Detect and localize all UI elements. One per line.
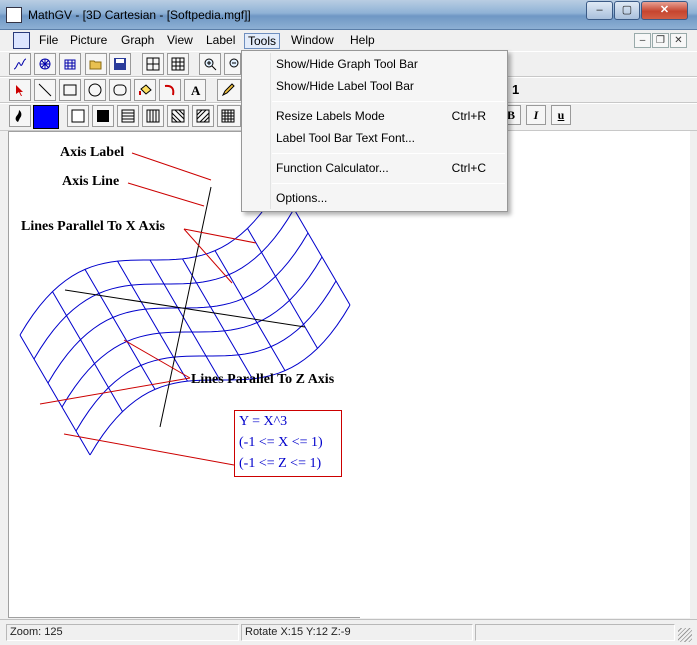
axis-line-pointer	[127, 182, 205, 207]
equation-line-3: (-1 <= Z <= 1)	[239, 456, 322, 471]
menu-item-options[interactable]: Options...	[276, 191, 327, 205]
equation-line-2: (-1 <= X <= 1)	[239, 435, 323, 450]
axis-line-text: Axis Line	[62, 174, 120, 189]
status-bar: Zoom: 125 Rotate X:15 Y:12 Z:-9	[0, 619, 697, 645]
menu-gutter	[270, 53, 271, 209]
menu-item-resize-labels-mode[interactable]: Resize Labels Mode	[276, 109, 385, 123]
shortcut-function-calculator: Ctrl+C	[451, 161, 486, 175]
surface-z-line	[247, 228, 318, 349]
equation-box[interactable]: Y = X^3 (-1 <= X <= 1) (-1 <= Z <= 1)	[234, 410, 342, 477]
surface-z-line	[182, 258, 253, 380]
menu-separator	[272, 101, 505, 102]
menu-item-show-hide-graph-toolbar[interactable]: Show/Hide Graph Tool Bar	[276, 57, 418, 71]
tools-menu-dropdown: Show/Hide Graph Tool Bar Show/Hide Label…	[241, 50, 508, 212]
parallel-x-text: Lines Parallel To X Axis	[21, 219, 165, 234]
surface-z-line	[149, 259, 221, 381]
surface-z-line	[117, 260, 188, 382]
x-axis-line	[64, 289, 306, 328]
menu-item-label-toolbar-font[interactable]: Label Tool Bar Text Font...	[276, 131, 415, 145]
zoom-status: Zoom: 125	[6, 624, 239, 641]
axis-label-pointer	[131, 152, 212, 181]
rotate-status: Rotate X:15 Y:12 Z:-9	[241, 624, 473, 641]
menu-item-function-calculator[interactable]: Function Calculator...	[276, 161, 389, 175]
status-empty	[475, 624, 675, 641]
surface-z-line	[52, 291, 123, 412]
menu-separator	[272, 153, 505, 154]
shortcut-resize-labels: Ctrl+R	[451, 109, 486, 123]
axis-label-text: Axis Label	[60, 145, 125, 160]
menu-separator	[272, 183, 505, 184]
menu-item-show-hide-label-toolbar[interactable]: Show/Hide Label Tool Bar	[276, 79, 414, 93]
parallel-z-text: Lines Parallel To Z Axis	[191, 372, 335, 387]
equation-line-1: Y = X^3	[239, 414, 288, 429]
resize-grip-icon[interactable]	[678, 628, 692, 642]
parallel-z-pointer-2	[123, 339, 191, 379]
equation-pointer	[63, 433, 235, 466]
